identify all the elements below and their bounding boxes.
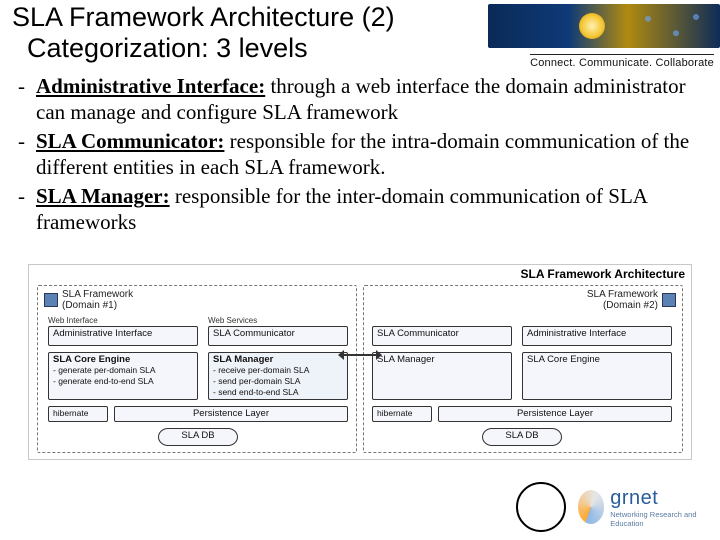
box-sla-manager-d2: SLA Manager	[372, 352, 512, 400]
domain-1-label-l1: SLA Framework	[62, 289, 133, 300]
diagram-title: SLA Framework Architecture	[521, 267, 686, 281]
box-hibernate-d1: hibernate	[48, 406, 108, 422]
box-sla-db-d1: SLA DB	[158, 428, 238, 446]
domain-1-label: SLA Framework (Domain #1)	[44, 289, 133, 311]
domain-2-container: SLA Framework (Domain #2) SLA Communicat…	[363, 285, 683, 453]
domain-icon	[44, 293, 58, 307]
web-interface-label: Web Interface	[48, 316, 98, 325]
mgr-note-2: - send per-domain SLA	[213, 376, 300, 386]
slide-title: SLA Framework Architecture (2) Categoriz…	[12, 2, 492, 64]
title-line-2: Categorization: 3 levels	[27, 33, 308, 63]
university-seal-icon	[516, 482, 566, 532]
domain-icon	[662, 293, 676, 307]
bullet-key: SLA Manager:	[36, 184, 170, 208]
domain-2-label-l2: (Domain #2)	[603, 300, 658, 311]
box-hibernate-d2: hibernate	[372, 406, 432, 422]
domain-2-label: SLA Framework (Domain #2)	[587, 289, 676, 311]
domain-2-label-l1: SLA Framework	[587, 289, 658, 300]
mgr-note-1: - receive per-domain SLA	[213, 365, 309, 375]
box-sla-core-engine-d1: SLA Core Engine - generate per-domain SL…	[48, 352, 198, 400]
box-sla-communicator-d1: SLA Communicator	[208, 326, 348, 346]
web-services-label: Web Services	[208, 316, 257, 325]
core-note-2: - generate end-to-end SLA	[53, 376, 154, 386]
mgr-title: SLA Manager	[213, 354, 273, 365]
title-line-1: SLA Framework Architecture (2)	[12, 2, 395, 32]
core-note-1: - generate per-domain SLA	[53, 365, 156, 375]
grnet-logo: grnet Networking Research and Education	[578, 484, 704, 530]
box-sla-db-d2: SLA DB	[482, 428, 562, 446]
mgr-note-3: - send end-to-end SLA	[213, 387, 299, 397]
core-title: SLA Core Engine	[53, 354, 130, 365]
grnet-swoosh-icon	[578, 490, 604, 524]
grnet-subtitle: Networking Research and Education	[610, 510, 704, 528]
box-sla-core-engine-d2: SLA Core Engine	[522, 352, 672, 400]
box-admin-interface-d2: Administrative Interface	[522, 326, 672, 346]
body-content: Administrative Interface: through a web …	[14, 74, 706, 240]
domain-1-container: SLA Framework (Domain #1) Web Interface …	[37, 285, 357, 453]
box-persistence-layer-d2: Persistence Layer	[438, 406, 672, 422]
slide-root: SLA Framework Architecture (2) Categoriz…	[0, 0, 720, 540]
header-banner-graphic	[488, 4, 720, 48]
bullet-sla-manager: SLA Manager: responsible for the inter-d…	[14, 184, 706, 235]
inter-domain-arrow-icon	[342, 349, 378, 361]
box-admin-interface-d1: Administrative Interface	[48, 326, 198, 346]
bullet-key: Administrative Interface:	[36, 74, 265, 98]
box-persistence-layer-d1: Persistence Layer	[114, 406, 348, 422]
footer: grnet Networking Research and Education	[0, 470, 720, 540]
bullet-admin-interface: Administrative Interface: through a web …	[14, 74, 706, 125]
bullet-key: SLA Communicator:	[36, 129, 224, 153]
box-sla-communicator-d2: SLA Communicator	[372, 326, 512, 346]
grnet-name: grnet	[610, 487, 704, 510]
architecture-diagram: SLA Framework Architecture SLA Framework…	[28, 264, 692, 460]
domain-1-label-l2: (Domain #1)	[62, 300, 117, 311]
box-sla-manager-d1: SLA Manager - receive per-domain SLA - s…	[208, 352, 348, 400]
bullet-sla-communicator: SLA Communicator: responsible for the in…	[14, 129, 706, 180]
tagline: Connect. Communicate. Collaborate	[530, 54, 714, 69]
